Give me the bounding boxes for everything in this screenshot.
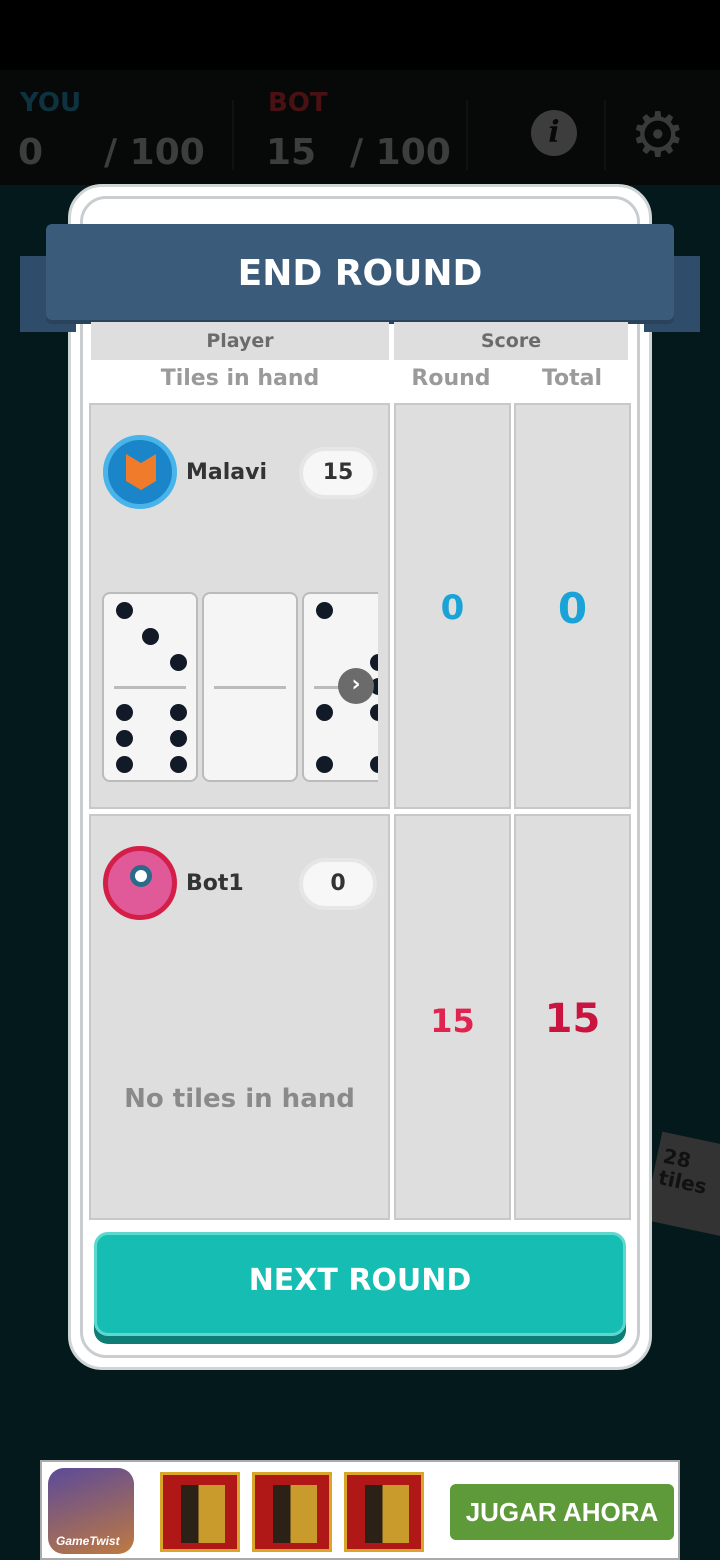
total-score: 0 [557,584,588,633]
avatar [103,846,177,920]
tiles-count-badge: 15 [299,447,377,499]
book-of-ra-icon [344,1472,424,1552]
info-icon[interactable]: i [531,110,577,156]
tiles-scroller[interactable] [100,585,378,790]
book-of-ra-icon [160,1472,240,1552]
domino-tile [102,592,198,782]
player-name: Bot1 [186,871,244,896]
score-hud: YOU 0 / 100 BOT 15 / 100 i ⚙ [0,70,720,185]
header-player: Player [91,322,389,360]
total-score: 15 [544,996,601,1042]
play-now-button[interactable]: JUGAR AHORA [450,1484,674,1540]
you-score: 0 [18,132,44,173]
gear-icon[interactable]: ⚙ [630,104,686,166]
bot-target: / 100 [350,132,451,173]
chevron-right-icon[interactable]: › [338,668,374,704]
ad-brand: GameTwist [56,1534,120,1548]
divider [604,100,606,170]
player-name: Malavi [186,460,268,485]
header-round: Round [411,366,491,391]
no-tiles-text: No tiles in hand [124,1084,355,1114]
malavi-logo [126,454,156,490]
next-round-button[interactable]: NEXT ROUND [94,1232,626,1336]
header-total: Total [541,366,603,391]
book-of-ra-icon [252,1472,332,1552]
avatar [103,435,177,509]
round-score: 15 [430,1002,475,1040]
you-label: YOU [20,88,82,118]
divider [466,100,468,170]
status-bar [0,0,720,70]
header-score: Score [394,322,628,360]
dialog-title: END ROUND [46,224,674,320]
header-tiles-in-hand: Tiles in hand [160,366,320,391]
you-target: / 100 [104,132,205,173]
bot-label: BOT [268,88,328,118]
domino-tile [202,592,298,782]
tiles-count-badge: 0 [299,858,377,910]
boneyard-counter: 28 tiles [643,1131,720,1239]
round-score: 0 [440,588,465,628]
bot-score: 15 [266,132,317,173]
gametwist-app-icon: GameTwist [48,1468,134,1554]
divider [232,100,234,170]
ad-banner[interactable]: GameTwist JUGAR AHORA [40,1460,680,1560]
bot-avatar-eye [130,865,152,887]
